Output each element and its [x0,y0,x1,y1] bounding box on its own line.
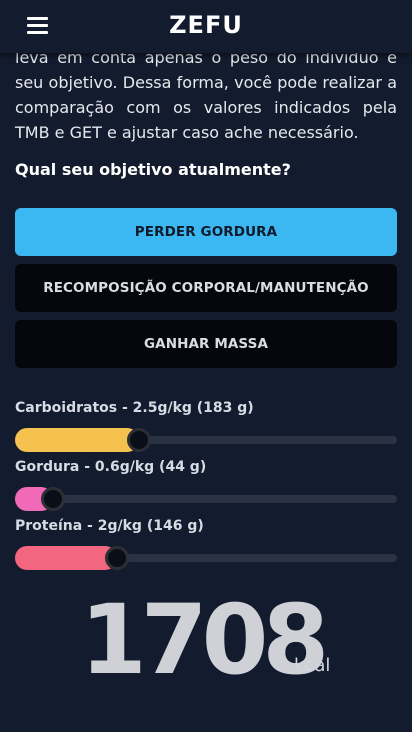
calorie-value: 1708 [80,584,329,696]
fat-label: Gordura - 0.6g/kg (44 g) [15,459,207,475]
carbs-label: Carboidratos - 2.5g/kg (183 g) [15,400,254,416]
slider-thumb[interactable] [41,487,65,511]
slider-fill [15,428,139,452]
app-screen: leva em conta apenas o peso do indivíduo… [0,0,412,732]
carbs-slider[interactable] [15,428,397,452]
slider-thumb[interactable] [127,428,151,452]
goal-question: Qual seu objetivo atualmente? [15,160,291,179]
goal-button-recomposicao[interactable]: RECOMPOSIÇÃO CORPORAL/MANUTENÇÃO [15,264,397,312]
slider-track [15,495,397,503]
protein-label: Proteína - 2g/kg (146 g) [15,518,204,534]
goal-button-ganhar-massa[interactable]: GANHAR MASSA [15,320,397,368]
protein-slider[interactable] [15,546,397,570]
fat-slider[interactable] [15,487,397,511]
app-logo: ZEFU [169,11,243,39]
slider-thumb[interactable] [105,546,129,570]
intro-paragraph: leva em conta apenas o peso do indivíduo… [15,48,397,142]
calorie-total: 1708 kcal [0,585,412,695]
calorie-unit: kcal [294,655,331,676]
app-header: ZEFU [0,0,412,53]
goal-button-perder-gordura[interactable]: PERDER GORDURA [15,208,397,256]
slider-fill [15,546,117,570]
